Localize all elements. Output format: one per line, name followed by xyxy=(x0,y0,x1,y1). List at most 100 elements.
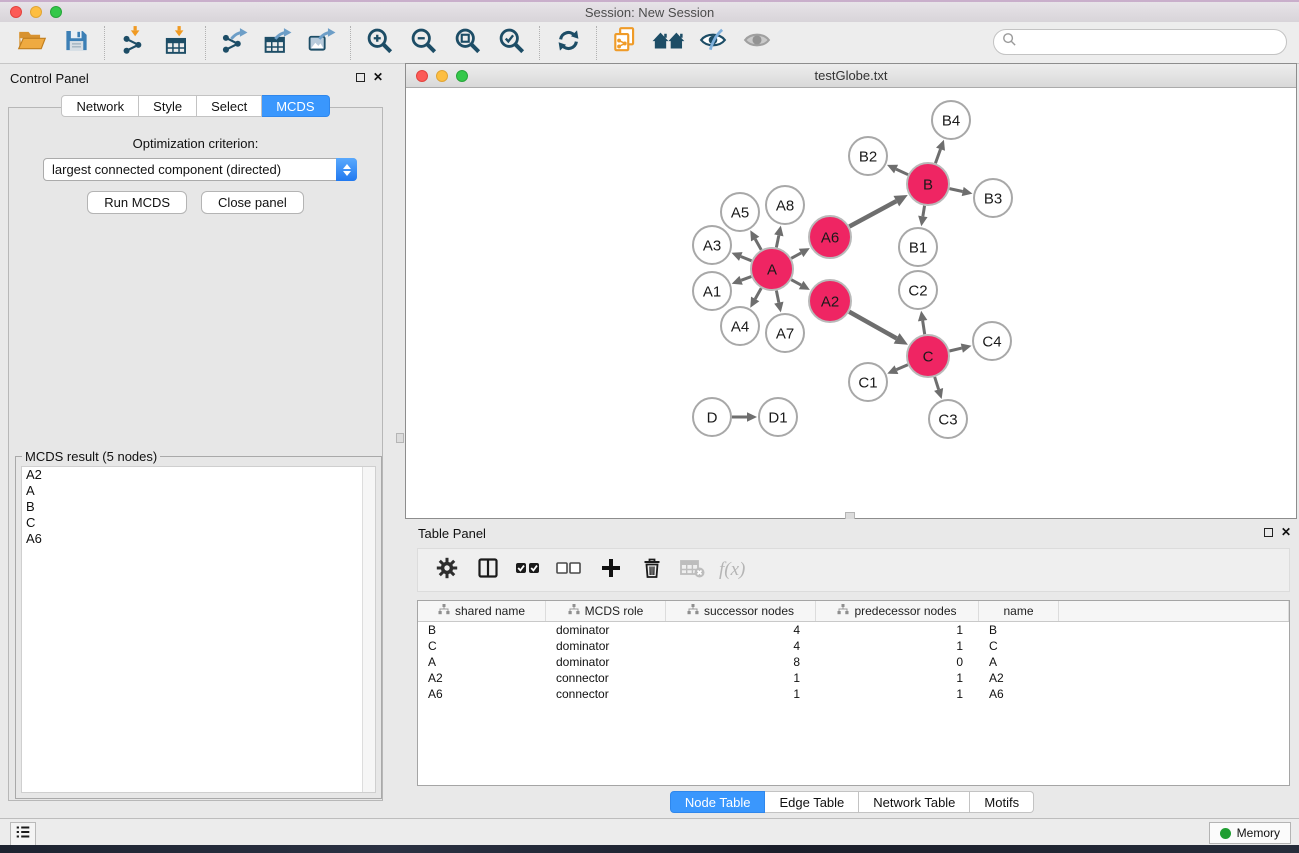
optimization-label: Optimization criterion: xyxy=(9,136,382,151)
float-panel-icon[interactable] xyxy=(356,73,365,82)
mcds-result-box: MCDS result (5 nodes) A2ABCA6 xyxy=(15,456,382,799)
mcds-result-item[interactable]: A2 xyxy=(22,467,375,483)
open-session-button[interactable] xyxy=(14,25,50,61)
zoom-out-button[interactable] xyxy=(405,25,441,61)
tab-mcds[interactable]: MCDS xyxy=(262,95,329,117)
zoom-selected-button[interactable] xyxy=(493,25,529,61)
mcds-result-item[interactable]: A xyxy=(22,483,375,499)
network-snapshot-button[interactable] xyxy=(607,25,643,61)
zoom-window-button[interactable] xyxy=(50,6,62,18)
tab-style[interactable]: Style xyxy=(139,95,197,117)
network-view-window: testGlobe.txt B4B2BB3A8A5A6A3B1AA1C2A2A4… xyxy=(405,63,1297,519)
result-scrollbar[interactable] xyxy=(362,467,375,792)
zoom-in-button[interactable] xyxy=(361,25,397,61)
home-button[interactable] xyxy=(651,25,687,61)
tab-motifs[interactable]: Motifs xyxy=(970,791,1034,813)
graph-edge-B-B3 xyxy=(950,189,963,192)
tab-network[interactable]: Network xyxy=(61,95,139,117)
tab-network-table[interactable]: Network Table xyxy=(859,791,970,813)
graph-node-label: A xyxy=(767,261,777,278)
import-network-button[interactable] xyxy=(115,25,151,61)
table-row[interactable]: Cdominator41C xyxy=(418,638,1289,654)
table-header-row: shared name MCDS role successor nodes pr… xyxy=(418,601,1289,622)
graph-edge-C-C1 xyxy=(896,365,907,370)
float-table-panel-icon[interactable] xyxy=(1264,528,1273,537)
import-table-button[interactable] xyxy=(159,25,195,61)
run-mcds-button[interactable]: Run MCDS xyxy=(87,191,187,214)
close-window-button[interactable] xyxy=(10,6,22,18)
table-panel-title: Table Panel xyxy=(418,526,486,541)
mcds-result-item[interactable]: B xyxy=(22,499,375,515)
network-minimize-button[interactable] xyxy=(436,70,448,82)
column-header-filler xyxy=(1059,601,1289,621)
tab-edge-table[interactable]: Edge Table xyxy=(765,791,859,813)
graph-node-label: B1 xyxy=(909,239,927,256)
column-header-MCDS-role[interactable]: MCDS role xyxy=(546,601,666,621)
graph-node-label: B2 xyxy=(859,148,877,165)
hide-graphics-details-button[interactable] xyxy=(695,25,731,61)
column-header-shared-name[interactable]: shared name xyxy=(418,601,546,621)
close-panel-icon[interactable]: ✕ xyxy=(373,72,383,82)
task-history-button[interactable] xyxy=(10,822,36,846)
save-session-button[interactable] xyxy=(58,25,94,61)
export-network-button[interactable] xyxy=(216,25,252,61)
show-graphics-details-button xyxy=(739,25,775,61)
graph-node-label: A2 xyxy=(821,293,839,310)
refresh-icon xyxy=(555,27,582,59)
export-table-button[interactable] xyxy=(260,25,296,61)
mcds-result-item[interactable]: A6 xyxy=(22,531,375,547)
check-pair-icon xyxy=(515,556,542,585)
houses-icon xyxy=(652,27,686,58)
table-cell: dominator xyxy=(546,655,666,669)
table-cell: A6 xyxy=(418,687,546,701)
criterion-dropdown[interactable]: largest connected component (directed) xyxy=(43,158,357,181)
mcds-result-list: A2ABCA6 xyxy=(21,466,376,793)
close-panel-button[interactable]: Close panel xyxy=(201,191,304,214)
table-row[interactable]: Bdominator41B xyxy=(418,622,1289,638)
session-title: Session: New Session xyxy=(585,5,714,20)
select-all-columns-button[interactable] xyxy=(510,552,547,589)
create-column-button[interactable] xyxy=(592,552,629,589)
refresh-button[interactable] xyxy=(550,25,586,61)
memory-button[interactable]: Memory xyxy=(1209,822,1291,844)
show-columns-button[interactable] xyxy=(469,552,506,589)
table-cell: A xyxy=(979,655,1059,669)
column-header-label: shared name xyxy=(455,604,525,618)
column-header-predecessor-nodes[interactable]: predecessor nodes xyxy=(816,601,979,621)
graph-node-label: A4 xyxy=(731,318,749,335)
memory-status-icon xyxy=(1220,828,1231,839)
gear-icon xyxy=(435,556,459,585)
close-table-panel-icon[interactable]: ✕ xyxy=(1281,527,1291,537)
zoom-selected-icon xyxy=(497,26,525,59)
graph-edge-B-B4 xyxy=(935,149,940,163)
zoom-fit-button[interactable] xyxy=(449,25,485,61)
table-row[interactable]: Adominator80A xyxy=(418,654,1289,670)
table-row[interactable]: A6connector11A6 xyxy=(418,686,1289,702)
table-cell: 4 xyxy=(666,623,816,637)
table-cell: B xyxy=(418,623,546,637)
graph-arrowhead xyxy=(961,343,972,352)
table-toolbar: f(x) xyxy=(417,548,1290,592)
network-zoom-button[interactable] xyxy=(456,70,468,82)
mcds-result-item[interactable]: C xyxy=(22,515,375,531)
delete-columns-button[interactable] xyxy=(633,552,670,589)
graph-node-label: D1 xyxy=(768,409,787,426)
table-settings-button[interactable] xyxy=(428,552,465,589)
tab-select[interactable]: Select xyxy=(197,95,262,117)
table-cell: 8 xyxy=(666,655,816,669)
network-canvas[interactable]: B4B2BB3A8A5A6A3B1AA1C2A2A4A7C4CC1C3DD1 xyxy=(406,88,1296,518)
search-input[interactable] xyxy=(1017,32,1286,52)
column-header-successor-nodes[interactable]: successor nodes xyxy=(666,601,816,621)
export-image-button[interactable] xyxy=(304,25,340,61)
minimize-window-button[interactable] xyxy=(30,6,42,18)
split-divider-handle-left[interactable] xyxy=(396,433,404,443)
toolbar-separator xyxy=(350,26,351,60)
column-header-name[interactable]: name xyxy=(979,601,1059,621)
table-row[interactable]: A2connector11A2 xyxy=(418,670,1289,686)
network-close-button[interactable] xyxy=(416,70,428,82)
table-cell: A6 xyxy=(979,687,1059,701)
unselect-all-columns-button[interactable] xyxy=(551,552,588,589)
tab-node-table[interactable]: Node Table xyxy=(670,791,766,813)
network-title: testGlobe.txt xyxy=(815,68,888,83)
graph-node-label: A6 xyxy=(821,229,839,246)
